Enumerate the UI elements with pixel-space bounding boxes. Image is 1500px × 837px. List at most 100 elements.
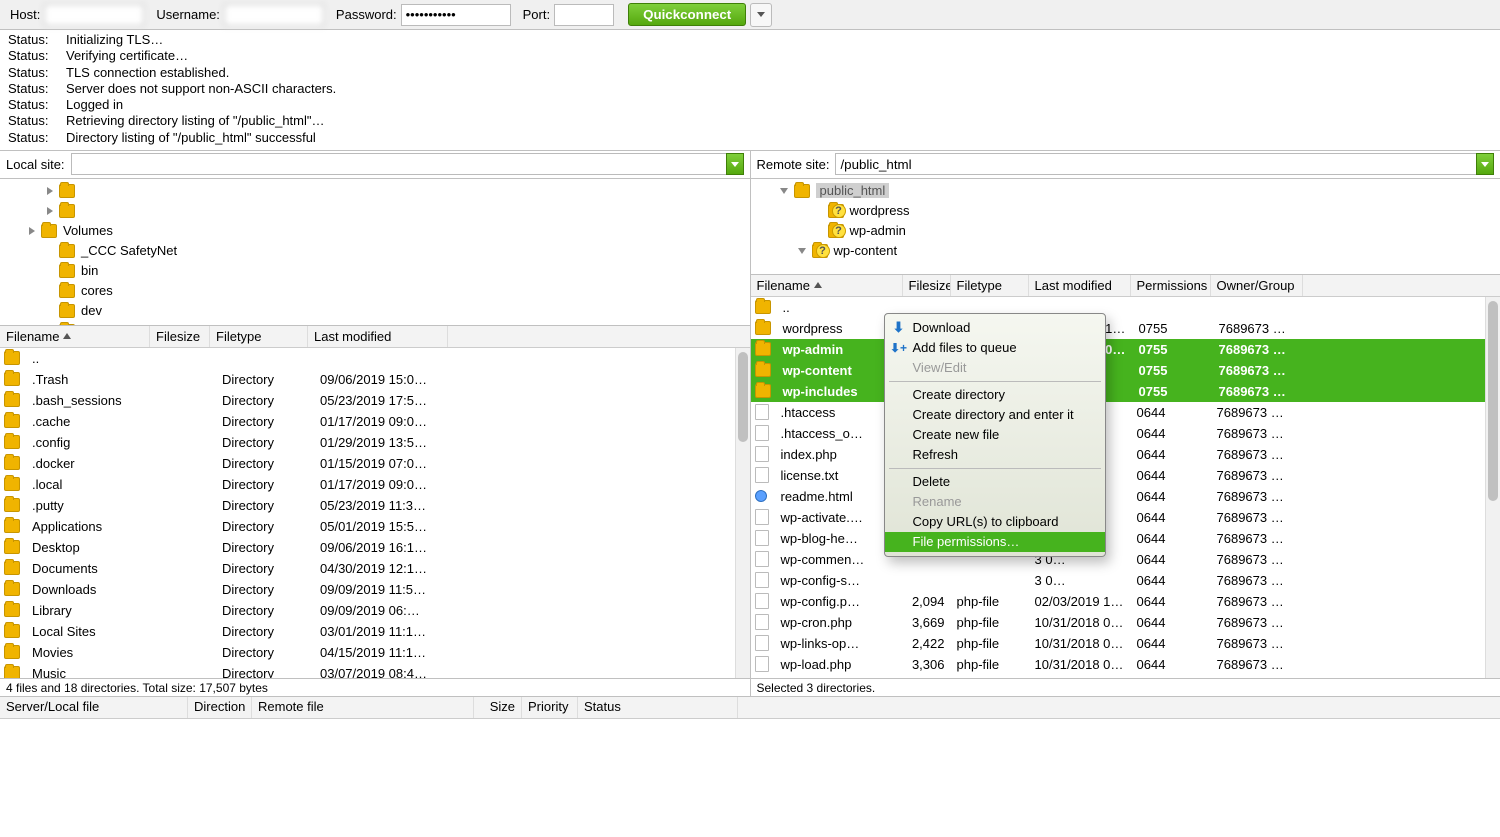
disclosure-icon[interactable] (44, 185, 55, 196)
queue-col-status[interactable]: Status (578, 697, 738, 718)
scroll-thumb[interactable] (738, 352, 748, 442)
disclosure-icon[interactable] (44, 265, 55, 276)
file-row[interactable]: wp-links-op…2,422php-file10/31/2018 0…06… (751, 633, 1500, 654)
col-filesize[interactable]: Filesize (150, 326, 210, 347)
file-row[interactable]: .configDirectory01/29/2019 13:5… (0, 432, 750, 453)
local-file-header[interactable]: Filename Filesize Filetype Last modified (0, 326, 750, 348)
remote-file-header[interactable]: Filename Filesize Filetype Last modified… (751, 275, 1500, 297)
local-site-input[interactable] (71, 153, 727, 175)
ctx-file-permissions[interactable]: File permissions… (885, 532, 1105, 552)
tree-item[interactable]: wp-admin (751, 221, 1500, 241)
tree-item[interactable] (0, 181, 750, 201)
col-lastmodified[interactable]: Last modified (308, 326, 448, 347)
disclosure-icon[interactable] (779, 185, 790, 196)
disclosure-icon[interactable] (44, 305, 55, 316)
port-input[interactable] (554, 4, 614, 26)
username-input[interactable] (224, 4, 324, 26)
file-row[interactable]: ApplicationsDirectory05/01/2019 15:5… (0, 516, 750, 537)
file-row[interactable]: wp-config-s…3 0…06447689673 … (751, 570, 1500, 591)
file-row[interactable]: readme.html3 0…06447689673 … (751, 486, 1500, 507)
quickconnect-button[interactable]: Quickconnect (628, 3, 746, 26)
password-input[interactable] (401, 4, 511, 26)
tree-item[interactable] (0, 201, 750, 221)
col-filetype[interactable]: Filetype (951, 275, 1029, 296)
ctx-copy-url[interactable]: Copy URL(s) to clipboard (885, 512, 1105, 532)
ctx-create-dir-enter[interactable]: Create directory and enter it (885, 405, 1105, 425)
tree-item[interactable]: bin (0, 261, 750, 281)
file-row[interactable]: wp-config.p…2,094php-file02/03/2019 1…06… (751, 591, 1500, 612)
queue-col-direction[interactable]: Direction (188, 697, 252, 718)
ctx-add-queue[interactable]: ⬇+Add files to queue (885, 338, 1105, 358)
file-row[interactable]: DocumentsDirectory04/30/2019 12:1… (0, 558, 750, 579)
file-row[interactable]: wp-commen…3 0…06447689673 … (751, 549, 1500, 570)
remote-tree[interactable]: public_htmlwordpresswp-adminwp-content (751, 179, 1500, 275)
queue-col-remote[interactable]: Remote file (252, 697, 474, 718)
col-permissions[interactable]: Permissions (1131, 275, 1211, 296)
tree-item[interactable]: dev (0, 301, 750, 321)
file-row[interactable]: .htaccess_o…3 0…06447689673 … (751, 423, 1500, 444)
scroll-thumb[interactable] (1488, 301, 1498, 501)
col-filename[interactable]: Filename (751, 275, 903, 296)
disclosure-icon[interactable] (26, 225, 37, 236)
ctx-create-file[interactable]: Create new file (885, 425, 1105, 445)
ctx-delete[interactable]: Delete (885, 472, 1105, 492)
tree-item[interactable]: _CCC SafetyNet (0, 241, 750, 261)
disclosure-icon[interactable] (44, 285, 55, 296)
file-row[interactable]: MusicDirectory03/07/2019 08:4… (0, 663, 750, 678)
file-row[interactable]: Local SitesDirectory03/01/2019 11:1… (0, 621, 750, 642)
file-row[interactable]: LibraryDirectory09/09/2019 06:… (0, 600, 750, 621)
tree-item[interactable]: wordpress (751, 201, 1500, 221)
ctx-create-dir[interactable]: Create directory (885, 385, 1105, 405)
file-row[interactable]: .localDirectory01/17/2019 09:0… (0, 474, 750, 495)
local-site-dropdown[interactable] (726, 153, 744, 175)
tree-item[interactable]: wp-content (751, 241, 1500, 261)
col-filetype[interactable]: Filetype (210, 326, 308, 347)
local-tree[interactable]: Volumes_CCC SafetyNetbincoresdevetc (0, 179, 750, 326)
col-owner[interactable]: Owner/Group (1211, 275, 1303, 296)
disclosure-icon[interactable] (44, 245, 55, 256)
col-filesize[interactable]: Filesize (903, 275, 951, 296)
file-row[interactable]: .. (0, 348, 750, 369)
file-row[interactable]: wp-content07557689673 … (751, 360, 1500, 381)
scrollbar[interactable] (735, 348, 750, 678)
file-row[interactable]: license.txt3 0…06447689673 … (751, 465, 1500, 486)
col-lastmodified[interactable]: Last modified (1029, 275, 1131, 296)
scrollbar[interactable] (1485, 297, 1500, 678)
file-row[interactable]: MoviesDirectory04/15/2019 11:1… (0, 642, 750, 663)
disclosure-icon[interactable] (813, 225, 824, 236)
file-row[interactable]: wp-load.php3,306php-file10/31/2018 0…064… (751, 654, 1500, 675)
remote-file-list[interactable]: ..wordpressDirectory12/13/2018 1…0755768… (751, 297, 1500, 678)
file-row[interactable]: .cacheDirectory01/17/2019 09:0… (0, 411, 750, 432)
disclosure-icon[interactable] (813, 205, 824, 216)
file-row[interactable]: .. (751, 297, 1500, 318)
file-row[interactable]: .htaccess3 0…06447689673 … (751, 402, 1500, 423)
file-row[interactable]: .bash_sessionsDirectory05/23/2019 17:5… (0, 390, 750, 411)
local-file-list[interactable]: ...TrashDirectory09/06/2019 15:0….bash_s… (0, 348, 750, 678)
tree-item[interactable]: Volumes (0, 221, 750, 241)
queue-body[interactable] (0, 719, 1500, 795)
ctx-refresh[interactable]: Refresh (885, 445, 1105, 465)
quickconnect-history-dropdown[interactable] (750, 3, 772, 27)
remote-site-input[interactable] (835, 153, 1477, 175)
tree-item[interactable]: public_html (751, 181, 1500, 201)
file-row[interactable]: wp-blog-he…3 0…06447689673 … (751, 528, 1500, 549)
file-row[interactable]: wp-cron.php3,669php-file10/31/2018 0…064… (751, 612, 1500, 633)
file-row[interactable]: .dockerDirectory01/15/2019 07:0… (0, 453, 750, 474)
file-row[interactable]: .puttyDirectory05/23/2019 11:3… (0, 495, 750, 516)
queue-col-file[interactable]: Server/Local file (0, 697, 188, 718)
queue-col-priority[interactable]: Priority (522, 697, 578, 718)
file-row[interactable]: .TrashDirectory09/06/2019 15:0… (0, 369, 750, 390)
file-row[interactable]: wp-adminDirectory10/31/2018 0…0755768967… (751, 339, 1500, 360)
file-row[interactable]: wp-activate.…3 0…06447689673 … (751, 507, 1500, 528)
file-row[interactable]: DownloadsDirectory09/09/2019 11:5… (0, 579, 750, 600)
queue-header[interactable]: Server/Local file Direction Remote file … (0, 697, 1500, 719)
file-row[interactable]: index.php3 0…06447689673 … (751, 444, 1500, 465)
file-row[interactable]: DesktopDirectory09/06/2019 16:1… (0, 537, 750, 558)
remote-site-dropdown[interactable] (1476, 153, 1494, 175)
file-row[interactable]: wordpressDirectory12/13/2018 1…075576896… (751, 318, 1500, 339)
host-input[interactable] (44, 4, 144, 26)
col-filename[interactable]: Filename (0, 326, 150, 347)
file-row[interactable]: wp-includes3 0…07557689673 … (751, 381, 1500, 402)
disclosure-icon[interactable] (797, 245, 808, 256)
disclosure-icon[interactable] (44, 205, 55, 216)
